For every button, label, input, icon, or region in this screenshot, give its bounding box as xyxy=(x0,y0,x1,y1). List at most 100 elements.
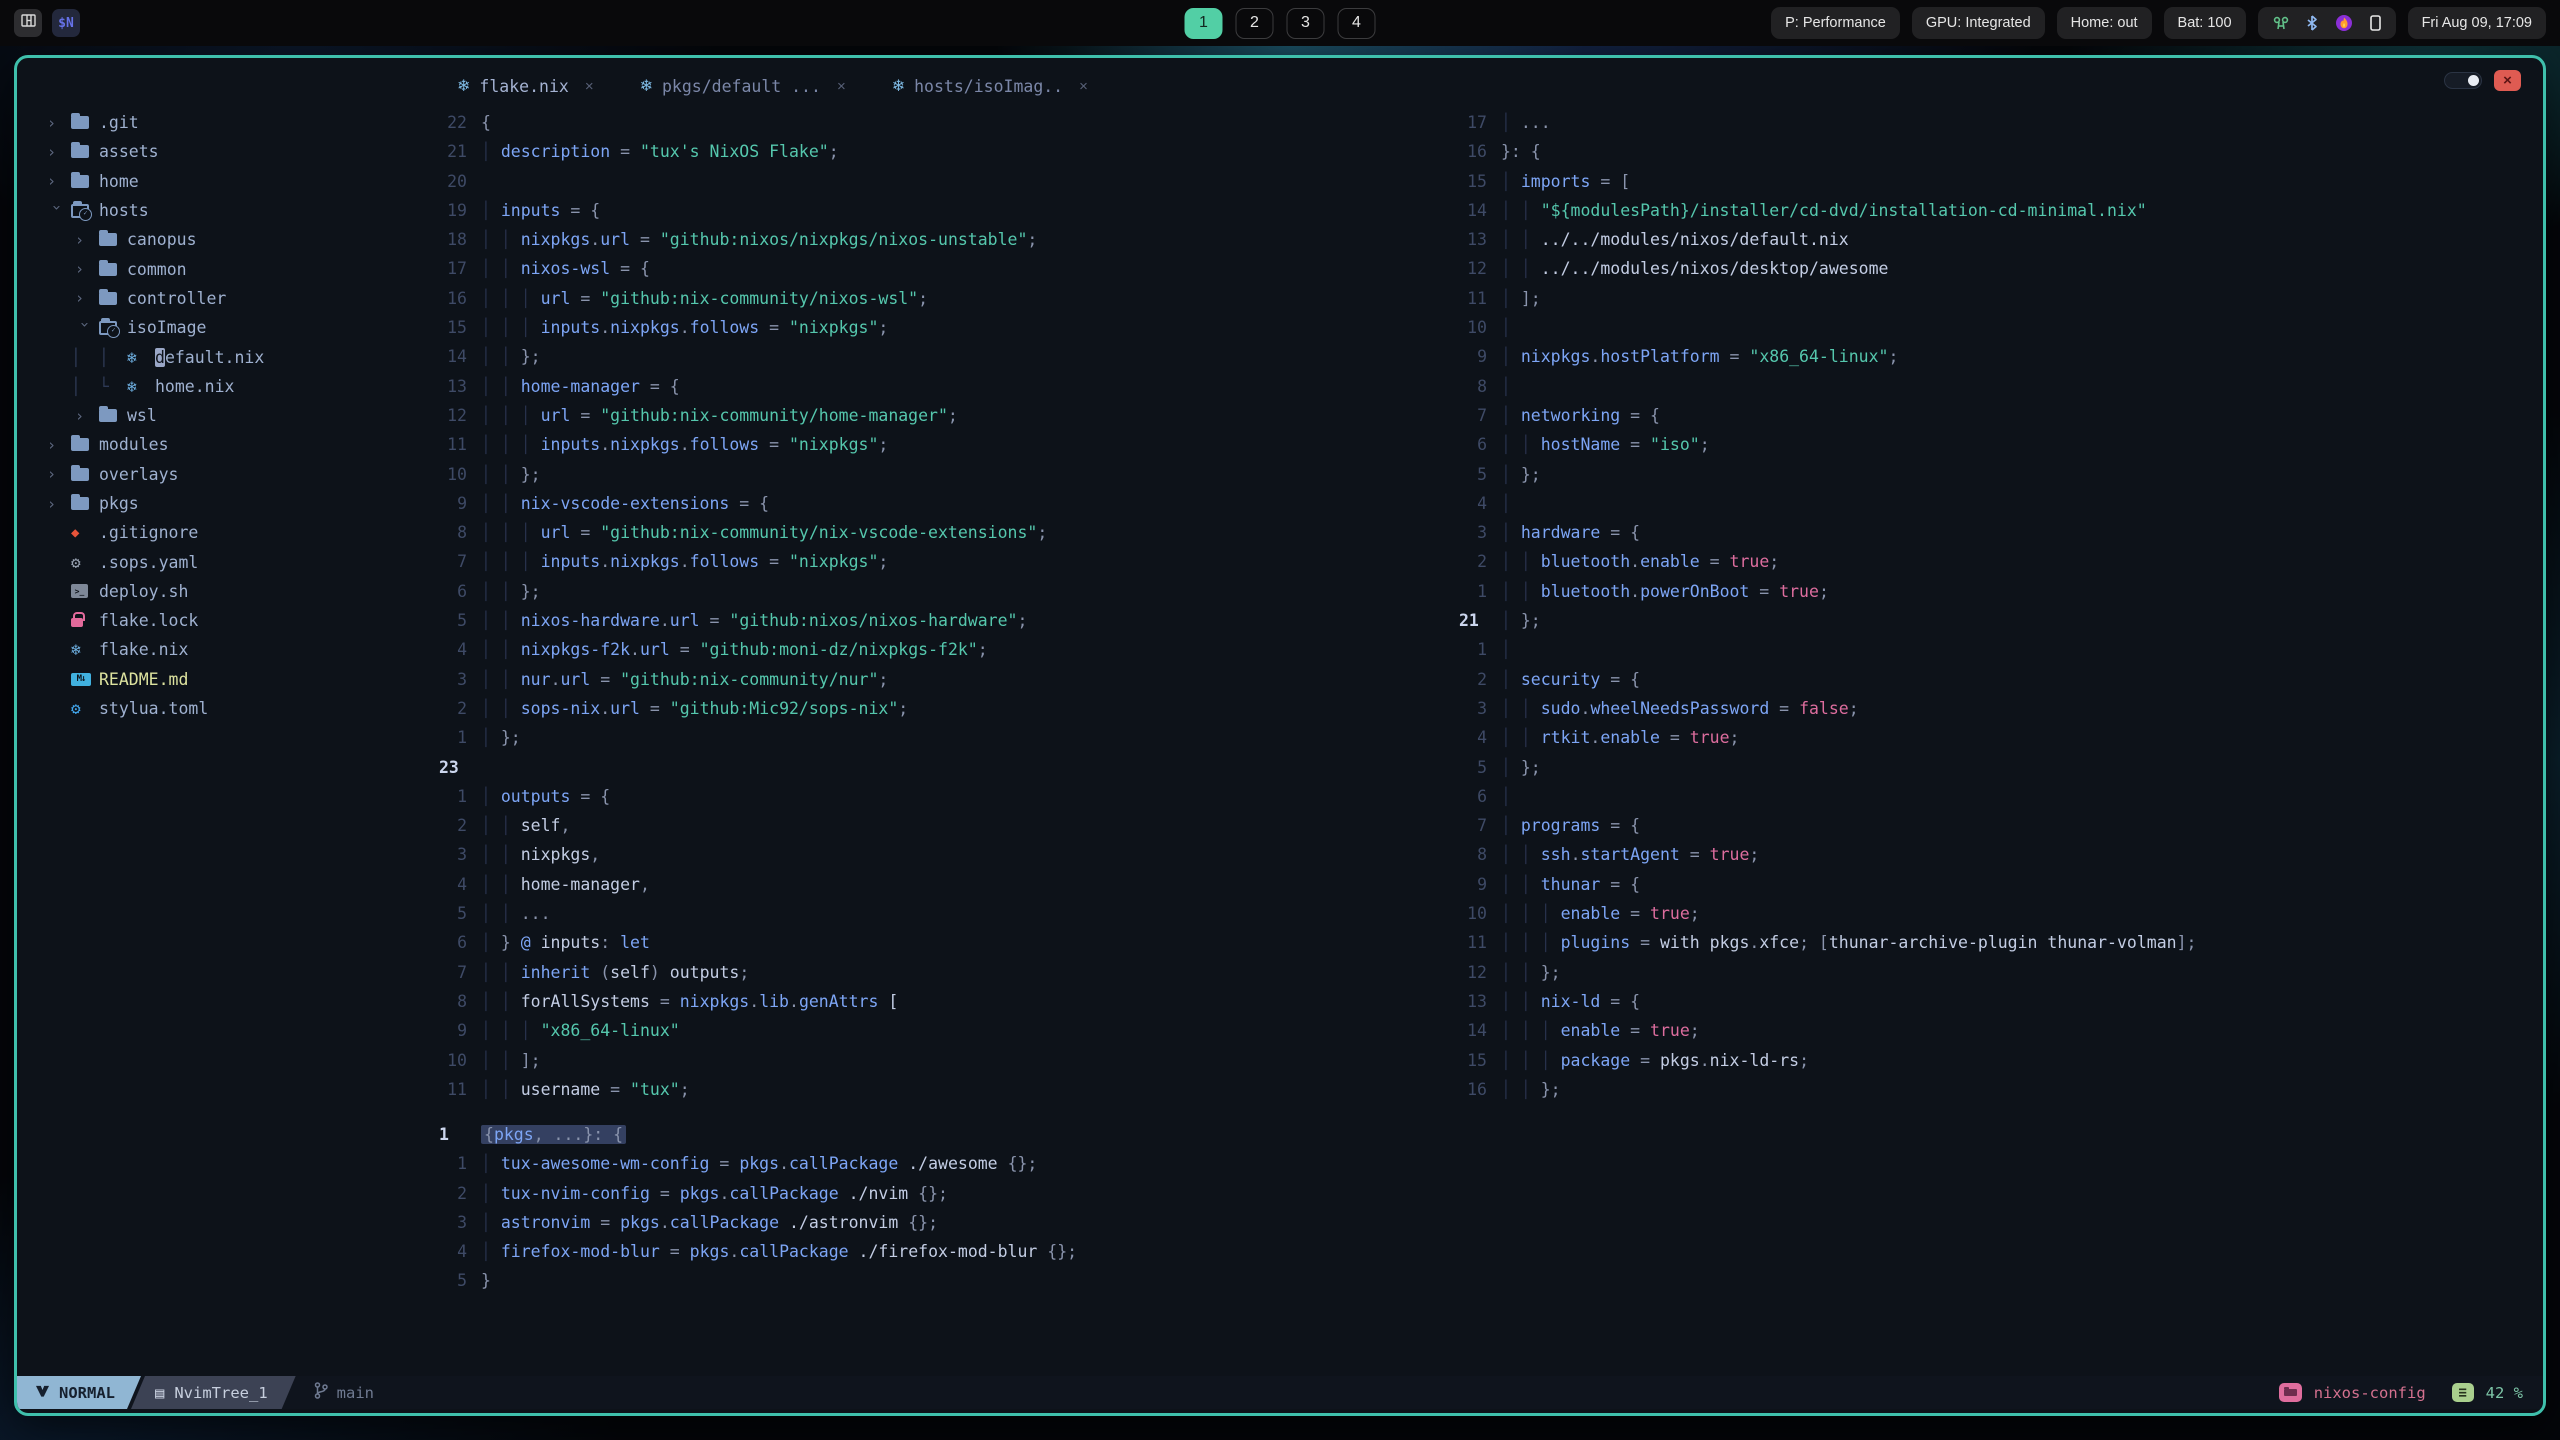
chevron-right-icon[interactable]: › xyxy=(43,465,71,483)
code-line[interactable]: 1 │ tux-awesome-wm-config = pkgs.callPack… xyxy=(437,1149,2527,1178)
code-line[interactable]: 20 xyxy=(437,167,1467,196)
code-line[interactable]: 11 │ │ username = "tux"; xyxy=(437,1075,1467,1104)
tab-close-icon[interactable]: × xyxy=(585,78,594,95)
system-tray[interactable] xyxy=(2257,7,2396,39)
code-line[interactable]: 1 │ xyxy=(1457,635,2532,664)
workspace-3[interactable]: 3 xyxy=(1286,7,1325,39)
code-line[interactable]: 3 │ hardware = { xyxy=(1457,518,2532,547)
code-line[interactable]: 17 │ │ nixos-wsl = { xyxy=(437,254,1467,283)
buffer-segment[interactable]: ▤ NvimTree_1 xyxy=(131,1376,296,1409)
tree-item-assets[interactable]: › assets xyxy=(43,137,443,166)
chevron-down-icon[interactable]: › xyxy=(76,316,94,344)
tree-item-common[interactable]: › common xyxy=(43,254,443,283)
code-line[interactable]: 15 │ imports = [ xyxy=(1457,167,2532,196)
code-line[interactable]: 2 │ │ bluetooth.enable = true; xyxy=(1457,547,2532,576)
tree-item-README.md[interactable]: M↓ README.md xyxy=(43,665,443,694)
code-line[interactable]: 7 │ │ inherit (self) outputs; xyxy=(437,958,1467,987)
chevron-right-icon[interactable]: › xyxy=(43,143,71,161)
code-line[interactable]: 10 │ │ ]; xyxy=(437,1046,1467,1075)
code-line[interactable]: 12 │ │ }; xyxy=(1457,958,2532,987)
code-line[interactable]: 12 │ │ │ url = "github:nix-community/home… xyxy=(437,401,1467,430)
code-line[interactable]: 5 │ }; xyxy=(1457,460,2532,489)
code-line[interactable]: 1 {pkgs, ...}: { xyxy=(437,1120,2527,1149)
code-line[interactable]: 6 │ │ }; xyxy=(437,577,1467,606)
workspace-1[interactable]: 1 xyxy=(1184,7,1223,39)
tree-item-overlays[interactable]: › overlays xyxy=(43,460,443,489)
code-line[interactable]: 17 │ ... xyxy=(1457,108,2532,137)
tree-item-.git[interactable]: › .git xyxy=(43,108,443,137)
code-line[interactable]: 16 │ │ }; xyxy=(1457,1075,2532,1104)
code-line[interactable]: 15 │ │ │ inputs.nixpkgs.follows = "nixpkg… xyxy=(437,313,1467,342)
code-line[interactable]: 5} xyxy=(437,1266,2527,1295)
tree-item-flake.nix[interactable]: ❄ flake.nix xyxy=(43,635,443,664)
window-toggle[interactable] xyxy=(2444,72,2482,89)
tree-item-isoImage[interactable]: › isoImage xyxy=(43,313,443,342)
tab-hosts/isoImag..[interactable]: ❄ hosts/isoImag.. × xyxy=(892,76,1088,96)
tree-item-default.nix[interactable]: │ │ ❄ default.nix xyxy=(43,342,443,371)
tab-close-icon[interactable]: × xyxy=(1079,78,1088,95)
code-line[interactable]: 7 │ networking = { xyxy=(1457,401,2532,430)
code-line[interactable]: 4 │ xyxy=(1457,489,2532,518)
tree-item-canopus[interactable]: › canopus xyxy=(43,225,443,254)
tree-item-modules[interactable]: › modules xyxy=(43,430,443,459)
code-line[interactable]: 11 │ ]; xyxy=(1457,284,2532,313)
tree-item-hosts[interactable]: › hosts xyxy=(43,196,443,225)
editor-pane-hosts-isoimage[interactable]: 17 │ ... 16}: {15 │ imports = [14 │ │ "${mod… xyxy=(1457,108,2532,1104)
code-line[interactable]: 5 │ }; xyxy=(1457,753,2532,782)
workspace-2[interactable]: 2 xyxy=(1235,7,1274,39)
code-line[interactable]: 4 │ │ home-manager, xyxy=(437,870,1467,899)
tab-flake.nix[interactable]: ❄ flake.nix × xyxy=(457,76,594,96)
tree-item-stylua.toml[interactable]: ⚙ stylua.toml xyxy=(43,694,443,723)
nix-launcher-button[interactable]: $N xyxy=(52,9,80,37)
code-line[interactable]: 22 { xyxy=(437,108,1467,137)
code-line[interactable]: 14 │ │ "${modulesPath}/installer/cd-dvd/i… xyxy=(1457,196,2532,225)
code-line[interactable]: 2 │ │ self, xyxy=(437,811,1467,840)
code-line[interactable]: 4 │ │ nixpkgs-f2k.url = "github:moni-dz/n… xyxy=(437,635,1467,664)
code-line[interactable]: 15 │ │ │ package = pkgs.nix-ld-rs; xyxy=(1457,1046,2532,1075)
code-line[interactable]: 7 │ programs = { xyxy=(1457,811,2532,840)
code-line[interactable]: 21 │ }; xyxy=(1457,606,2532,635)
code-line[interactable]: 19 │ inputs = { xyxy=(437,196,1467,225)
code-line[interactable]: 9 │ │ │ "x86_64-linux" xyxy=(437,1016,1467,1045)
code-line[interactable]: 7 │ │ │ inputs.nixpkgs.follows = "nixpkgs… xyxy=(437,547,1467,576)
code-line[interactable]: 8 │ │ ssh.startAgent = true; xyxy=(1457,840,2532,869)
code-line[interactable]: 8 │ │ │ url = "github:nix-community/nix-v… xyxy=(437,518,1467,547)
code-line[interactable]: 18 │ │ nixpkgs.url = "github:nixos/nixpkg… xyxy=(437,225,1467,254)
code-line[interactable]: 9 │ nixpkgs.hostPlatform = "x86_64-linux"… xyxy=(1457,342,2532,371)
code-line[interactable]: 5 │ │ ... xyxy=(437,899,1467,928)
code-line[interactable]: 1 │ │ bluetooth.powerOnBoot = true; xyxy=(1457,577,2532,606)
code-line[interactable]: 13 │ │ ../../modules/nixos/default.nix xyxy=(1457,225,2532,254)
code-line[interactable]: 11 │ │ │ inputs.nixpkgs.follows = "nixpkg… xyxy=(437,430,1467,459)
tab-close-icon[interactable]: × xyxy=(837,78,846,95)
code-line[interactable]: 2 │ tux-nvim-config = pkgs.callPackage ./… xyxy=(437,1179,2527,1208)
code-line[interactable]: 16 │ │ │ url = "github:nix-community/nixo… xyxy=(437,284,1467,313)
code-line[interactable]: 10 │ │ │ enable = true; xyxy=(1457,899,2532,928)
code-line[interactable]: 4 │ firefox-mod-blur = pkgs.callPackage .… xyxy=(437,1237,2527,1266)
code-line[interactable]: 10 │ xyxy=(1457,313,2532,342)
tree-item-pkgs[interactable]: › pkgs xyxy=(43,489,443,518)
code-line[interactable]: 9 │ │ thunar = { xyxy=(1457,870,2532,899)
code-line[interactable]: 16}: { xyxy=(1457,137,2532,166)
code-line[interactable]: 6 │ xyxy=(1457,782,2532,811)
workspace-4[interactable]: 4 xyxy=(1337,7,1376,39)
code-line[interactable]: 2 │ │ sops-nix.url = "github:Mic92/sops-n… xyxy=(437,694,1467,723)
chevron-right-icon[interactable]: › xyxy=(43,114,71,132)
tree-item-controller[interactable]: › controller xyxy=(43,284,443,313)
chevron-right-icon[interactable]: › xyxy=(71,231,99,249)
tree-item-home[interactable]: › home xyxy=(43,167,443,196)
code-line[interactable]: 2 │ security = { xyxy=(1457,665,2532,694)
tree-item-wsl[interactable]: › wsl xyxy=(43,401,443,430)
app-launcher-button[interactable] xyxy=(14,9,42,37)
window-close-button[interactable]: × xyxy=(2494,70,2521,91)
code-line[interactable]: 6 │ │ hostName = "iso"; xyxy=(1457,430,2532,459)
chevron-down-icon[interactable]: › xyxy=(48,199,66,227)
tree-item-home.nix[interactable]: │ └ ❄ home.nix xyxy=(43,372,443,401)
code-line[interactable]: 3 │ │ nur.url = "github:nix-community/nur… xyxy=(437,665,1467,694)
code-line[interactable]: 3 │ │ sudo.wheelNeedsPassword = false; xyxy=(1457,694,2532,723)
code-line[interactable]: 1 │ outputs = { xyxy=(437,782,1467,811)
code-line[interactable]: 14 │ │ │ enable = true; xyxy=(1457,1016,2532,1045)
code-line[interactable]: 4 │ │ rtkit.enable = true; xyxy=(1457,723,2532,752)
chevron-right-icon[interactable]: › xyxy=(71,407,99,425)
code-line[interactable]: 8 │ │ forAllSystems = nixpkgs.lib.genAttr… xyxy=(437,987,1467,1016)
tree-item-.sops.yaml[interactable]: ⚙ .sops.yaml xyxy=(43,547,443,576)
